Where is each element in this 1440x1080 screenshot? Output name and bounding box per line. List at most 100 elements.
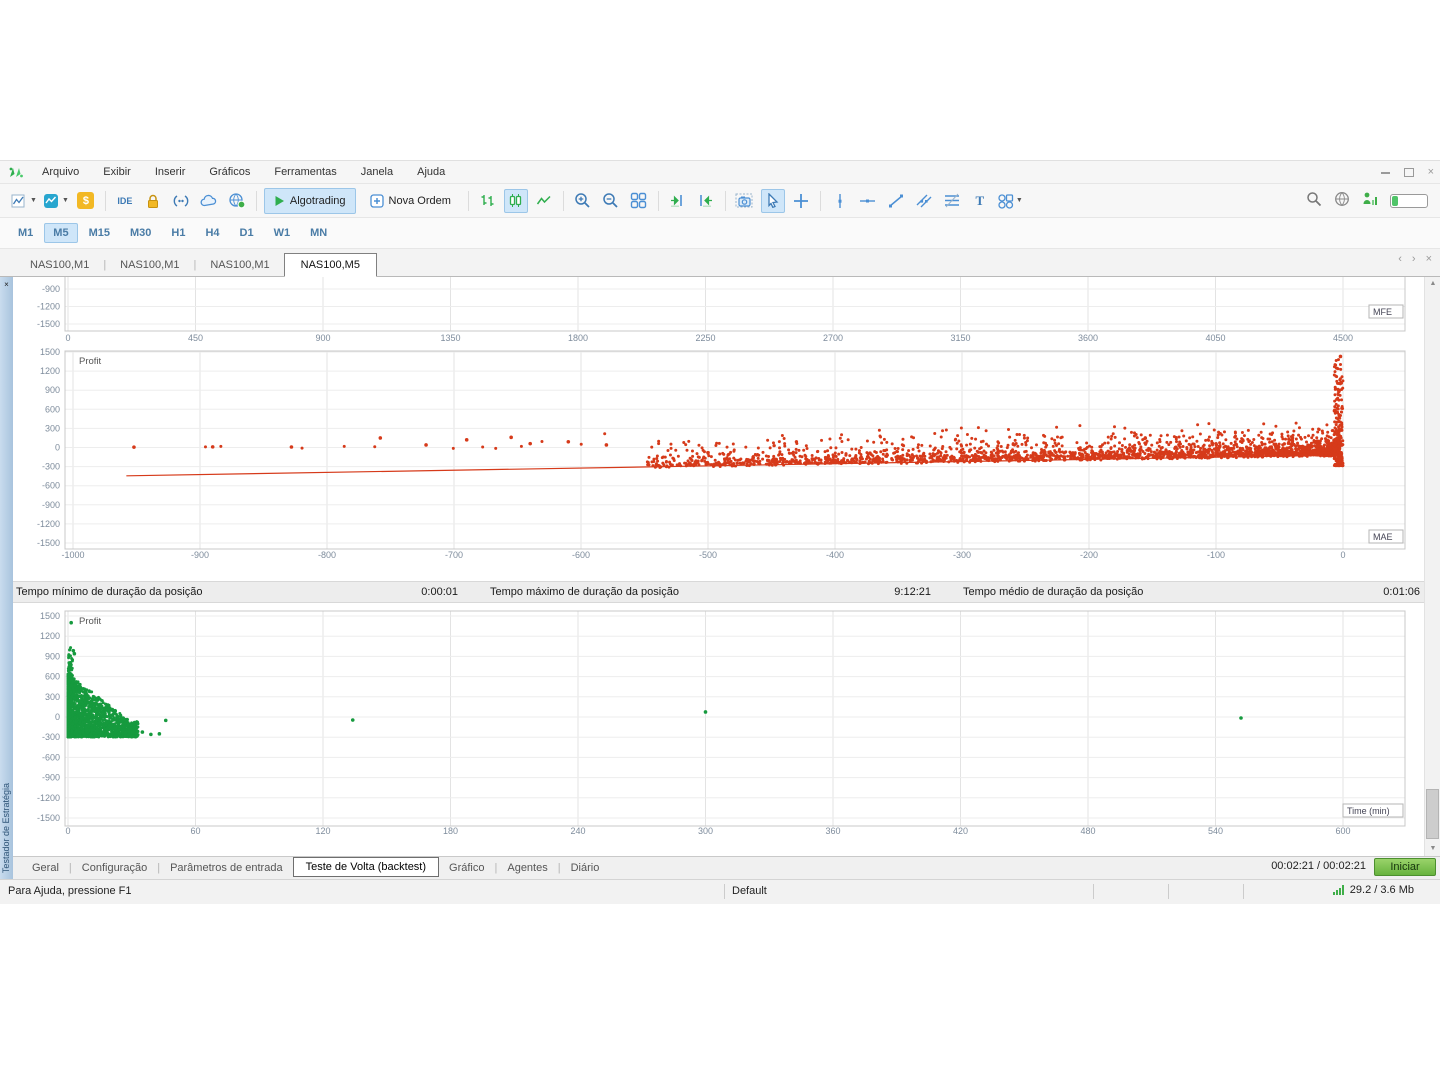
status-separator: [1093, 884, 1094, 899]
menu-ajuda[interactable]: Ajuda: [405, 163, 457, 181]
toolbar-separator: [562, 190, 564, 211]
crosshair-icon[interactable]: [789, 189, 813, 213]
svg-text:-1500: -1500: [37, 813, 60, 823]
new-chart-icon[interactable]: ▼: [10, 189, 38, 213]
data-window-icon[interactable]: [169, 189, 193, 213]
svg-text:-600: -600: [42, 481, 60, 491]
search-icon[interactable]: [1306, 191, 1322, 212]
menu-arquivo[interactable]: Arquivo: [30, 163, 91, 181]
chart-tab-2[interactable]: NAS100,M1: [196, 254, 283, 276]
menu-inserir[interactable]: Inserir: [143, 163, 198, 181]
market-watch-icon[interactable]: $: [74, 189, 98, 213]
trendline-tool-icon[interactable]: [884, 189, 908, 213]
maximize-icon[interactable]: [1403, 168, 1414, 177]
bars-chart-icon[interactable]: [476, 189, 500, 213]
lock-icon[interactable]: [141, 189, 165, 213]
timeframe-m5[interactable]: M5: [44, 223, 78, 243]
timeframe-w1[interactable]: W1: [265, 223, 300, 243]
chart-tab-3[interactable]: NAS100,M5: [283, 253, 377, 277]
panel-close-icon[interactable]: ×: [1, 279, 12, 290]
duration-stats-row: Tempo mínimo de duração da posição 0:00:0…: [13, 581, 1424, 603]
svg-text:300: 300: [45, 423, 60, 433]
svg-text:300: 300: [698, 826, 713, 836]
tile-windows-icon[interactable]: [627, 189, 651, 213]
tab-scroll-left-icon[interactable]: ‹: [1398, 253, 1402, 898]
tester-tab-parametros-de-entrada[interactable]: Parâmetros de entrada: [160, 859, 293, 877]
tester-tab-teste-de-volta-backtest[interactable]: Teste de Volta (backtest): [292, 857, 440, 877]
connection-status-icon[interactable]: [1362, 191, 1378, 212]
status-separator: [724, 884, 725, 899]
new-order-button[interactable]: Nova Ordem: [360, 188, 461, 214]
timeframe-h1[interactable]: H1: [162, 223, 194, 243]
toolbar-separator: [467, 190, 469, 211]
metaeditor-ide-icon[interactable]: IDE: [113, 189, 137, 213]
svg-text:3150: 3150: [950, 333, 970, 343]
duration-stat-value: 0:00:01: [421, 586, 458, 598]
cloud-icon[interactable]: [197, 189, 221, 213]
svg-text:4500: 4500: [1333, 333, 1353, 343]
tester-tab-agentes[interactable]: Agentes: [497, 859, 557, 877]
cursor-icon[interactable]: [760, 188, 785, 213]
chart-screenshot-icon[interactable]: [733, 189, 757, 213]
candles-chart-icon[interactable]: [503, 188, 528, 213]
menu-ferramentas[interactable]: Ferramentas: [262, 163, 348, 181]
tester-tab-diario[interactable]: Diário: [561, 859, 610, 877]
duration-stat: Tempo médio de duração da posição 0:01:06: [963, 582, 1420, 602]
svg-text:1800: 1800: [568, 333, 588, 343]
svg-text:4050: 4050: [1205, 333, 1225, 343]
algotrading-button[interactable]: Algotrading: [263, 187, 356, 214]
svg-text:-100: -100: [1207, 550, 1225, 560]
timeframe-h4[interactable]: H4: [196, 223, 228, 243]
fibonacci-tool-icon[interactable]: [940, 189, 964, 213]
svg-text:-900: -900: [42, 284, 60, 294]
tab-scroll-right-icon[interactable]: ›: [1412, 253, 1416, 898]
tester-tab-geral[interactable]: Geral: [22, 859, 69, 877]
menu-exibir[interactable]: Exibir: [91, 163, 143, 181]
mt5-window: Arquivo Exibir Inserir Gráficos Ferramentas J…: [0, 160, 1440, 904]
text-tool-icon[interactable]: T: [968, 189, 992, 213]
status-profile[interactable]: Default: [732, 885, 767, 897]
close-icon[interactable]: ×: [1428, 167, 1434, 178]
community-globe-icon[interactable]: [225, 189, 249, 213]
menu-graficos[interactable]: Gráficos: [197, 163, 262, 181]
connection-quality-bar[interactable]: [1390, 194, 1428, 208]
timeframe-d1[interactable]: D1: [231, 223, 263, 243]
channel-tool-icon[interactable]: [912, 189, 936, 213]
tester-tab-grafico[interactable]: Gráfico: [439, 859, 494, 877]
svg-text:-900: -900: [191, 550, 209, 560]
shapes-tool-icon[interactable]: ▼: [996, 189, 1024, 213]
toolbar-separator: [104, 190, 106, 211]
tab-close-icon[interactable]: ×: [1426, 253, 1432, 898]
chart-time: 0 60 120 180 240 300 360 420 480 540 600 1500 1200 90…: [37, 610, 1406, 836]
tester-tab-configuracao[interactable]: Configuração: [72, 859, 157, 877]
timeframe-m30[interactable]: M30: [121, 223, 160, 243]
vertical-line-tool-icon[interactable]: [828, 189, 852, 213]
menu-janela[interactable]: Janela: [349, 163, 405, 181]
zoom-out-icon[interactable]: [599, 189, 623, 213]
timeframe-m15[interactable]: M15: [80, 223, 119, 243]
timeframe-m1[interactable]: M1: [9, 223, 42, 243]
svg-text:540: 540: [1208, 826, 1223, 836]
algotrading-label: Algotrading: [289, 194, 346, 207]
zoom-in-icon[interactable]: [571, 189, 595, 213]
timeframe-mn[interactable]: MN: [301, 223, 336, 243]
chart-tab-1[interactable]: NAS100,M1: [106, 254, 193, 276]
shift-end-icon[interactable]: [666, 189, 690, 213]
svg-text:-300: -300: [953, 550, 971, 560]
svg-text:1500: 1500: [40, 611, 60, 621]
svg-text:0: 0: [55, 712, 60, 722]
chart-tab-0[interactable]: NAS100,M1: [16, 254, 103, 276]
line-chart-icon[interactable]: [532, 189, 556, 213]
minimize-icon[interactable]: [1380, 171, 1390, 174]
svg-text:1200: 1200: [40, 366, 60, 376]
svg-text:-400: -400: [826, 550, 844, 560]
horizontal-line-tool-icon[interactable]: [856, 189, 880, 213]
help-globe-icon[interactable]: [1334, 191, 1350, 212]
svg-text:900: 900: [45, 651, 60, 661]
profiles-icon[interactable]: ▼: [42, 189, 70, 213]
signal-bars-icon: [1332, 885, 1344, 895]
svg-text:-1500: -1500: [37, 319, 60, 329]
auto-scroll-icon[interactable]: [694, 189, 718, 213]
svg-text:-600: -600: [572, 550, 590, 560]
duration-stat-value: 0:01:06: [1383, 586, 1420, 598]
